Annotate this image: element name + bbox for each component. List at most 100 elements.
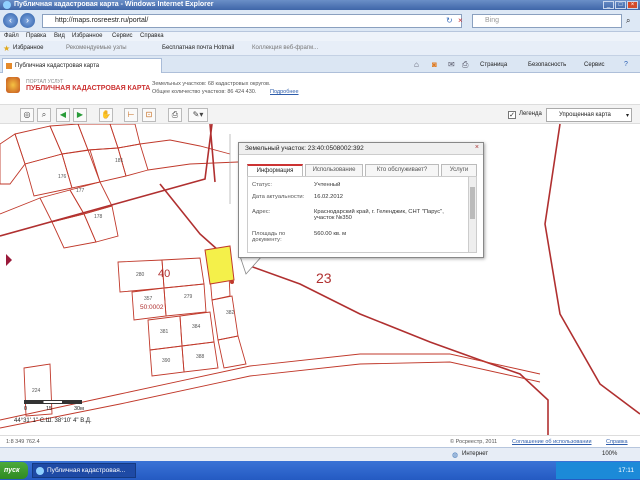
tools-icon[interactable]: ✎▾ [188, 108, 208, 122]
popup-scrollbar[interactable] [468, 177, 476, 252]
star-icon: ★ [3, 44, 11, 53]
map-canvas[interactable]: 40 23 50:0002 181 176 177 178 280 357 27… [0, 124, 640, 435]
globe-icon: ◍ [452, 452, 459, 459]
tab-bar: Публичная кадастровая карта ⌂ ◙ ✉ ⎙ Стра… [0, 56, 640, 73]
address-bar: ‹ › http://maps.rosreestr.ru/portal/ ↻ ×… [0, 10, 640, 32]
scale-tick-30: 30м [74, 406, 84, 412]
menu-bar: Файл Правка Вид Избранное Сервис Справка [0, 32, 640, 41]
tab-cadastral-map[interactable]: Публичная кадастровая карта [2, 58, 162, 73]
back-button[interactable]: ‹ [3, 13, 18, 28]
parcel-number: 388 [196, 354, 205, 360]
home-icon[interactable]: ⌂ [414, 60, 419, 69]
scale-tick-15: 15 [46, 406, 53, 412]
pan-hand-icon[interactable]: ✋ [99, 108, 113, 122]
clock: 17:11 [618, 467, 634, 474]
mail-icon[interactable]: ✉ [448, 60, 455, 69]
tools-menu[interactable]: Сервис [584, 61, 605, 69]
menu-file[interactable]: Файл [4, 32, 19, 41]
map-type-select[interactable]: Упрощенная карта ▾ [546, 108, 632, 122]
url-input[interactable]: http://maps.rosreestr.ru/portal/ [42, 14, 462, 28]
fav-item-webslices[interactable]: Коллекция веб-фрагм... [252, 44, 318, 53]
title-bar: Публичная кадастровая карта - Windows In… [0, 0, 640, 10]
measure-icon[interactable]: ⊢ [124, 108, 138, 122]
maximize-button[interactable]: □ [615, 1, 626, 9]
popup-body: Статус: Учтенный Дата актуальности: 16.0… [247, 176, 477, 253]
parcel-number: 390 [162, 358, 171, 364]
popup-close-icon[interactable]: × [475, 144, 479, 151]
parcel-number: 280 [136, 272, 145, 278]
close-button[interactable]: × [627, 1, 638, 9]
forward-button[interactable]: › [20, 13, 35, 28]
popup-title: Земельный участок: 23:40:0508002:392 [239, 143, 483, 155]
legend-label: Легенда [519, 111, 542, 117]
print-map-icon[interactable]: ⎙ [168, 108, 182, 122]
status-bar: ◍ Интернет 100% [0, 447, 640, 461]
page-header: ПОРТАЛ УСЛУГ ПУБЛИЧНАЯ КАДАСТРОВАЯ КАРТА… [0, 73, 640, 104]
zone-label: Интернет [462, 451, 489, 457]
parcel-number: 357 [144, 296, 153, 302]
page-icon [6, 63, 12, 69]
parcel-number: 381 [160, 329, 169, 335]
minimize-button[interactable]: _ [603, 1, 614, 9]
start-button[interactable]: пуск [0, 462, 28, 479]
ie-icon [36, 467, 44, 475]
fav-item-hotmail[interactable]: Бесплатная почта Hotmail [162, 44, 234, 53]
scale-tick-0: 0 [24, 406, 28, 412]
map-toolbar: ◎ ⌕ ◀ ▶ ✋ ⊢ ⊡ ⎙ ✎▾ ✓ Легенда Упрощенная … [0, 104, 640, 124]
help-link[interactable]: Справка [606, 439, 628, 445]
feeds-icon[interactable]: ◙ [432, 60, 437, 69]
page-footer: 1:8 349 762.4 © Росреестр, 2011 Соглашен… [0, 435, 640, 447]
page-menu[interactable]: Страница [480, 61, 507, 69]
rosreestr-emblem-icon [6, 77, 20, 93]
area-measure-icon[interactable]: ⊡ [142, 108, 156, 122]
safety-menu[interactable]: Безопасность [528, 61, 566, 69]
globe-icon[interactable]: ◎ [20, 108, 34, 122]
tab-info[interactable]: Информация [247, 164, 303, 176]
parcel-number: 382 [226, 310, 235, 316]
parcel-number: 279 [184, 294, 193, 300]
tab-usage[interactable]: Использование [305, 164, 363, 176]
system-tray: 17:11 [556, 462, 640, 479]
scale-bar [24, 400, 82, 404]
terms-link[interactable]: Соглашение об использовании [512, 439, 592, 445]
parcel-number: 181 [115, 158, 124, 164]
menu-view[interactable]: Вид [54, 32, 65, 41]
stop-icon[interactable]: × [458, 16, 463, 25]
map-label-23: 23 [316, 270, 332, 286]
refresh-icon[interactable]: ↻ [446, 16, 453, 25]
forward-arrow-icon[interactable]: ▶ [73, 108, 87, 122]
legend-checkbox[interactable]: ✓ [508, 111, 516, 119]
tab-label: Публичная кадастровая карта [15, 63, 100, 69]
search-icon[interactable]: ⌕ [626, 16, 630, 26]
parcel-number: 176 [58, 174, 67, 180]
taskbar-item-ie[interactable]: Публичная кадастровая... [32, 463, 136, 478]
search-input[interactable]: Bing [472, 14, 622, 28]
tab-services[interactable]: Услуги [441, 164, 477, 176]
menu-edit[interactable]: Правка [26, 32, 46, 41]
parcel-number: 178 [94, 214, 103, 220]
favorites-bar: ★ Избранное Рекомендуемые узлы Бесплатна… [0, 41, 640, 56]
tab-who-serves[interactable]: Кто обслуживает? [365, 164, 439, 176]
info-link[interactable]: Подробнее [270, 89, 299, 95]
zoom-icon[interactable]: ⌕ [37, 108, 51, 122]
menu-help[interactable]: Справка [140, 32, 164, 41]
map-label-block: 50:0002 [140, 304, 164, 311]
menu-tools[interactable]: Сервис [112, 32, 133, 41]
print-icon[interactable]: ⎙ [462, 60, 468, 70]
chevron-down-icon: ▾ [625, 113, 629, 119]
help-icon[interactable]: ? [624, 61, 628, 68]
parcel-number: 177 [76, 188, 85, 194]
map-type-value: Упрощенная карта [559, 112, 611, 118]
parcel-number: 384 [192, 324, 201, 330]
menu-favorites[interactable]: Избранное [72, 32, 102, 41]
info-line-1: Земельных участков: 68 кадастровых округ… [152, 81, 271, 87]
info-line-2: Общее количество участков: 86 424 430. [152, 89, 257, 95]
fav-item-recommended[interactable]: Рекомендуемые узлы [66, 44, 127, 53]
parcel-info-popup: Земельный участок: 23:40:0508002:392 × И… [238, 142, 484, 258]
zoom-level[interactable]: 100% [602, 451, 617, 457]
back-arrow-icon[interactable]: ◀ [56, 108, 70, 122]
favorites-button[interactable]: Избранное [13, 44, 43, 53]
window-title: Публичная кадастровая карта - Windows In… [14, 1, 214, 8]
page-title: ПУБЛИЧНАЯ КАДАСТРОВАЯ КАРТА [26, 85, 151, 92]
taskbar-item-label: Публичная кадастровая... [47, 467, 126, 474]
